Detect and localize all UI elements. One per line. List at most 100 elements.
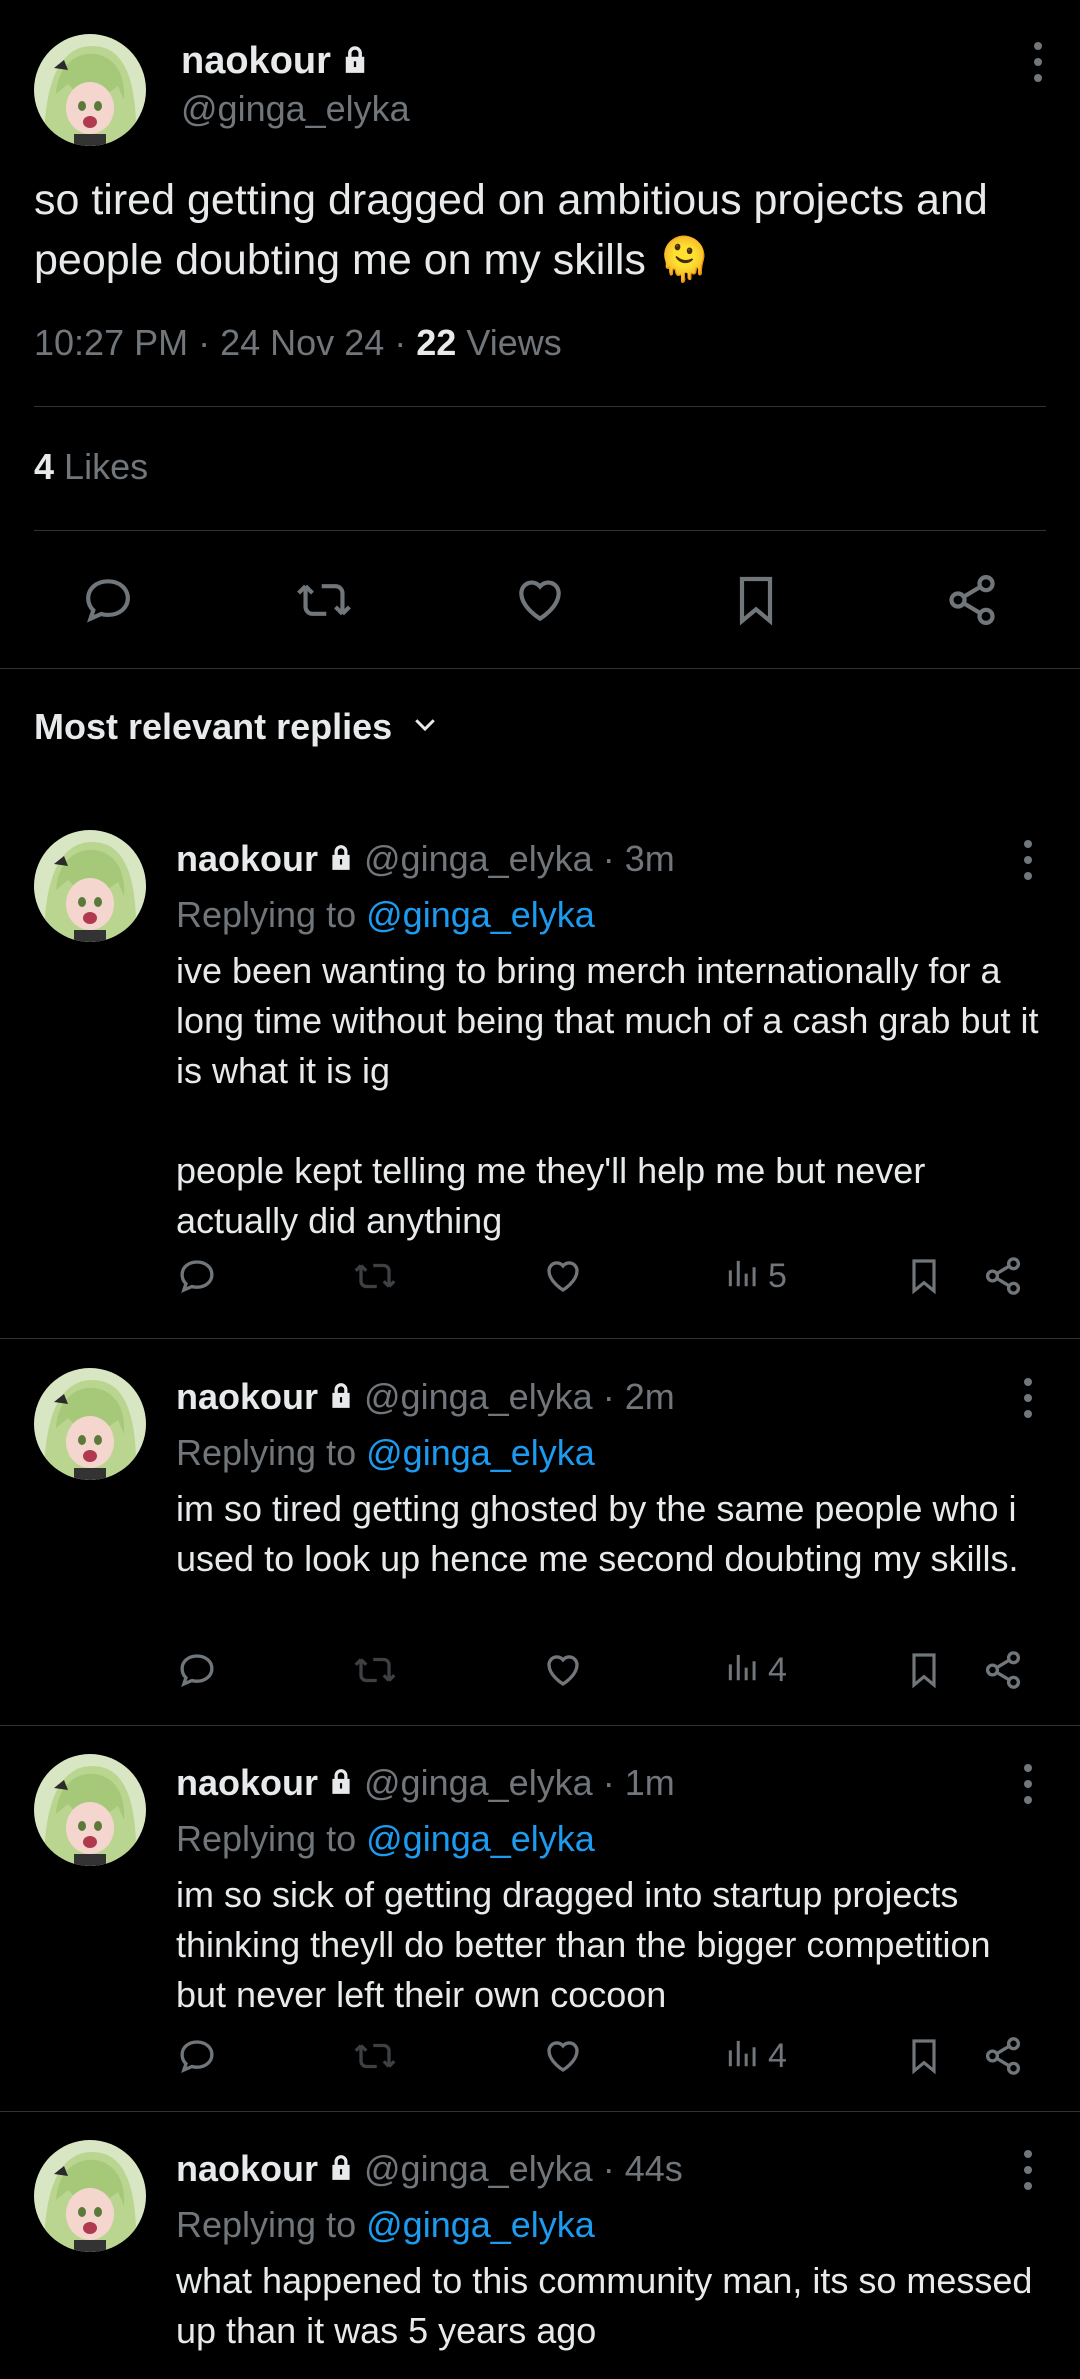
meta-separator: · xyxy=(198,322,211,363)
author-handle[interactable]: @ginga_elyka xyxy=(364,1762,593,1804)
reply-time: · 44s xyxy=(602,2148,683,2189)
section-divider xyxy=(0,668,1080,669)
lock-icon xyxy=(328,1376,354,1418)
lock-icon xyxy=(341,44,369,79)
views-button[interactable]: 4 xyxy=(724,1644,787,1696)
reply-icon[interactable] xyxy=(176,1644,218,1696)
views-button[interactable]: 4 xyxy=(724,2030,787,2082)
reply-text: what happened to this community man, its… xyxy=(176,2260,1043,2351)
reply-divider xyxy=(0,2111,1080,2112)
reply-tweet[interactable]: naokour @ginga_elyka · 44s Replying to @… xyxy=(0,2140,1080,2379)
divider xyxy=(34,406,1046,407)
views-count: 22 xyxy=(416,322,457,363)
reply-text: ive been wanting to bring merch internat… xyxy=(176,950,1039,1241)
replying-to: Replying to @ginga_elyka xyxy=(176,2204,595,2246)
more-vertical-icon[interactable] xyxy=(1008,1754,1048,1814)
heart-icon[interactable] xyxy=(542,2030,584,2082)
lock-icon xyxy=(328,838,354,880)
bookmark-icon[interactable] xyxy=(726,570,786,630)
replying-to-handle[interactable]: @ginga_elyka xyxy=(366,2204,595,2245)
display-name[interactable]: naokour xyxy=(176,838,318,880)
reply-tweet[interactable]: naokour @ginga_elyka · 3m Replying to @g… xyxy=(0,830,1080,1340)
bookmark-icon[interactable] xyxy=(904,2030,944,2082)
replying-to-handle[interactable]: @ginga_elyka xyxy=(366,1432,595,1473)
avatar[interactable] xyxy=(34,2140,146,2252)
views-count: 4 xyxy=(768,1650,787,1689)
author-handle[interactable]: @ginga_elyka xyxy=(364,2148,593,2190)
reply-actions: 4 xyxy=(176,1644,1046,1696)
main-tweet: naokour @ginga_elyka so tired getting dr… xyxy=(0,0,1080,668)
repost-icon[interactable] xyxy=(352,1644,398,1696)
reply-text: im so sick of getting dragged into start… xyxy=(176,1874,1001,2015)
tweet-text: so tired getting dragged on ambitious pr… xyxy=(34,176,988,284)
divider xyxy=(34,530,1046,531)
views-chart-icon xyxy=(724,1252,762,1301)
lock-icon xyxy=(328,1762,354,1804)
reply-tweet[interactable]: naokour @ginga_elyka · 1m Replying to @g… xyxy=(0,1754,1080,2112)
reply-text: im so tired getting ghosted by the same … xyxy=(176,1488,1027,1579)
views-button[interactable]: 5 xyxy=(724,1250,787,1302)
repost-icon[interactable] xyxy=(352,1250,398,1302)
repost-icon[interactable] xyxy=(352,2030,398,2082)
display-name[interactable]: naokour xyxy=(176,2148,318,2190)
replying-to: Replying to @ginga_elyka xyxy=(176,1432,595,1474)
chevron-down-icon xyxy=(410,706,440,748)
heart-icon[interactable] xyxy=(542,1250,584,1302)
reply-icon[interactable] xyxy=(176,1250,218,1302)
display-name[interactable]: naokour xyxy=(181,40,331,83)
more-vertical-icon[interactable] xyxy=(1008,2140,1048,2200)
bookmark-icon[interactable] xyxy=(904,1250,944,1302)
likes-count: 4 xyxy=(34,446,55,487)
reply-divider xyxy=(0,1338,1080,1339)
replying-to: Replying to @ginga_elyka xyxy=(176,1818,595,1860)
heart-icon[interactable] xyxy=(542,1644,584,1696)
author-handle[interactable]: @ginga_elyka xyxy=(364,1376,593,1418)
share-icon[interactable] xyxy=(982,2030,1024,2082)
reply-divider xyxy=(0,1725,1080,1726)
avatar[interactable] xyxy=(34,34,146,146)
replying-to: Replying to @ginga_elyka xyxy=(176,894,595,936)
views-count: 5 xyxy=(768,1256,787,1295)
author-name-row: naokour xyxy=(181,40,369,83)
reply-time: · 3m xyxy=(602,838,675,879)
views-chart-icon xyxy=(724,2032,762,2081)
likes-summary[interactable]: 4 Likes xyxy=(34,446,148,488)
more-vertical-icon[interactable] xyxy=(1008,1368,1048,1428)
share-icon[interactable] xyxy=(982,1250,1024,1302)
reply-actions: 5 xyxy=(176,1250,1046,1302)
reply-icon[interactable] xyxy=(176,2030,218,2082)
reply-header: naokour @ginga_elyka · 3m xyxy=(176,838,675,880)
author-handle[interactable]: @ginga_elyka xyxy=(181,88,410,130)
display-name[interactable]: naokour xyxy=(176,1376,318,1418)
tweet-actions xyxy=(0,560,1080,640)
author-handle[interactable]: @ginga_elyka xyxy=(364,838,593,880)
tweet-date[interactable]: 24 Nov 24 xyxy=(220,322,384,363)
replying-prefix: Replying to xyxy=(176,2204,357,2245)
replying-to-handle[interactable]: @ginga_elyka xyxy=(366,1818,595,1859)
display-name[interactable]: naokour xyxy=(176,1762,318,1804)
tweet-time[interactable]: 10:27 PM xyxy=(34,322,188,363)
reply-tweet[interactable]: naokour @ginga_elyka · 2m Replying to @g… xyxy=(0,1368,1080,1726)
heart-icon[interactable] xyxy=(510,570,570,630)
replying-prefix: Replying to xyxy=(176,1818,357,1859)
avatar[interactable] xyxy=(34,830,146,942)
avatar[interactable] xyxy=(34,1368,146,1480)
tweet-meta: 10:27 PM · 24 Nov 24 · 22 Views xyxy=(34,322,562,364)
views-label: Views xyxy=(466,322,562,363)
views-chart-icon xyxy=(724,1646,762,1695)
bookmark-icon[interactable] xyxy=(904,1644,944,1696)
share-icon[interactable] xyxy=(982,1644,1024,1696)
replying-prefix: Replying to xyxy=(176,894,357,935)
reply-header: naokour @ginga_elyka · 1m xyxy=(176,1762,675,1804)
reply-header: naokour @ginga_elyka · 44s xyxy=(176,2148,683,2190)
more-vertical-icon[interactable] xyxy=(1018,32,1058,92)
more-vertical-icon[interactable] xyxy=(1008,830,1048,890)
reply-icon[interactable] xyxy=(78,570,138,630)
avatar[interactable] xyxy=(34,1754,146,1866)
share-icon[interactable] xyxy=(942,570,1002,630)
replying-prefix: Replying to xyxy=(176,1432,357,1473)
reply-sort-selector[interactable]: Most relevant replies xyxy=(34,706,440,748)
repost-icon[interactable] xyxy=(294,570,354,630)
replying-to-handle[interactable]: @ginga_elyka xyxy=(366,894,595,935)
sort-label: Most relevant replies xyxy=(34,706,393,747)
